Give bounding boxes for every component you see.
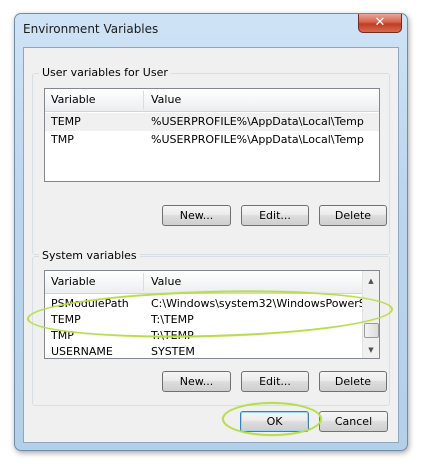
user-variables-label: User variables for User xyxy=(39,66,171,79)
system-list-scrollbar[interactable]: ▲ ▼ xyxy=(362,271,379,358)
user-column-variable[interactable]: Variable xyxy=(45,89,96,111)
system-row-value: SYSTEM xyxy=(151,345,195,358)
user-row-variable: TMP xyxy=(51,133,74,146)
user-variables-group: User variables for User Variable Value T… xyxy=(32,66,390,255)
scroll-down-arrow-icon[interactable]: ▼ xyxy=(363,342,379,358)
close-button[interactable]: ✕ xyxy=(358,14,402,33)
system-variables-list[interactable]: Variable Value PSModulePath C:\Windows\s… xyxy=(44,270,380,359)
window-title: Environment Variables xyxy=(23,22,159,36)
system-new-button[interactable]: New... xyxy=(162,371,231,392)
system-delete-button[interactable]: Delete xyxy=(319,371,387,392)
scroll-up-arrow-icon[interactable]: ▲ xyxy=(363,273,379,289)
system-column-value[interactable]: Value xyxy=(145,271,181,293)
user-row-tmp[interactable]: TMP %USERPROFILE%\AppData\Local\Temp xyxy=(45,131,379,149)
user-new-button[interactable]: New... xyxy=(162,205,231,226)
scroll-thumb[interactable] xyxy=(364,323,379,338)
user-row-value: %USERPROFILE%\AppData\Local\Temp xyxy=(151,115,364,128)
system-list-header: Variable Value xyxy=(45,271,362,294)
ok-button[interactable]: OK xyxy=(240,411,309,432)
user-row-temp[interactable]: TEMP %USERPROFILE%\AppData\Local\Temp xyxy=(45,113,379,131)
dialog-client-area: User variables for User Variable Value T… xyxy=(23,47,399,443)
user-row-value: %USERPROFILE%\AppData\Local\Temp xyxy=(151,133,364,146)
system-variables-label: System variables xyxy=(39,249,140,262)
system-column-variable[interactable]: Variable xyxy=(45,271,96,293)
system-row-variable: USERNAME xyxy=(51,345,113,358)
user-column-value[interactable]: Value xyxy=(145,89,181,111)
user-variables-list[interactable]: Variable Value TEMP %USERPROFILE%\AppDat… xyxy=(44,88,380,182)
user-delete-button[interactable]: Delete xyxy=(319,205,387,226)
system-row-username[interactable]: USERNAME SYSTEM xyxy=(45,343,362,358)
system-variables-group: System variables Variable Value PSModule… xyxy=(32,249,390,406)
user-row-variable: TEMP xyxy=(51,115,81,128)
user-column-separator[interactable] xyxy=(143,91,144,109)
user-list-header: Variable Value xyxy=(45,89,379,112)
cancel-button[interactable]: Cancel xyxy=(319,411,388,432)
user-edit-button[interactable]: Edit... xyxy=(241,205,309,226)
system-column-separator[interactable] xyxy=(143,273,144,291)
environment-variables-window: Environment Variables ✕ User variables f… xyxy=(14,13,408,451)
system-edit-button[interactable]: Edit... xyxy=(241,371,309,392)
close-icon: ✕ xyxy=(374,15,386,30)
